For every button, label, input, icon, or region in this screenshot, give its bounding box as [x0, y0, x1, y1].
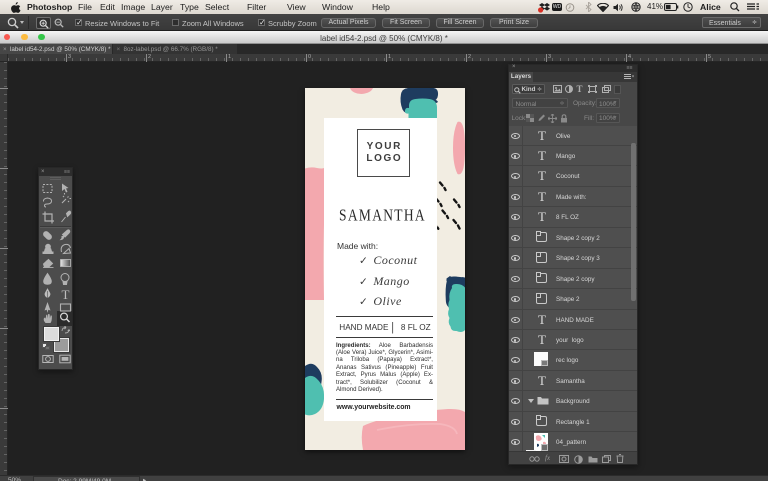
svg-text:T: T	[62, 287, 70, 302]
